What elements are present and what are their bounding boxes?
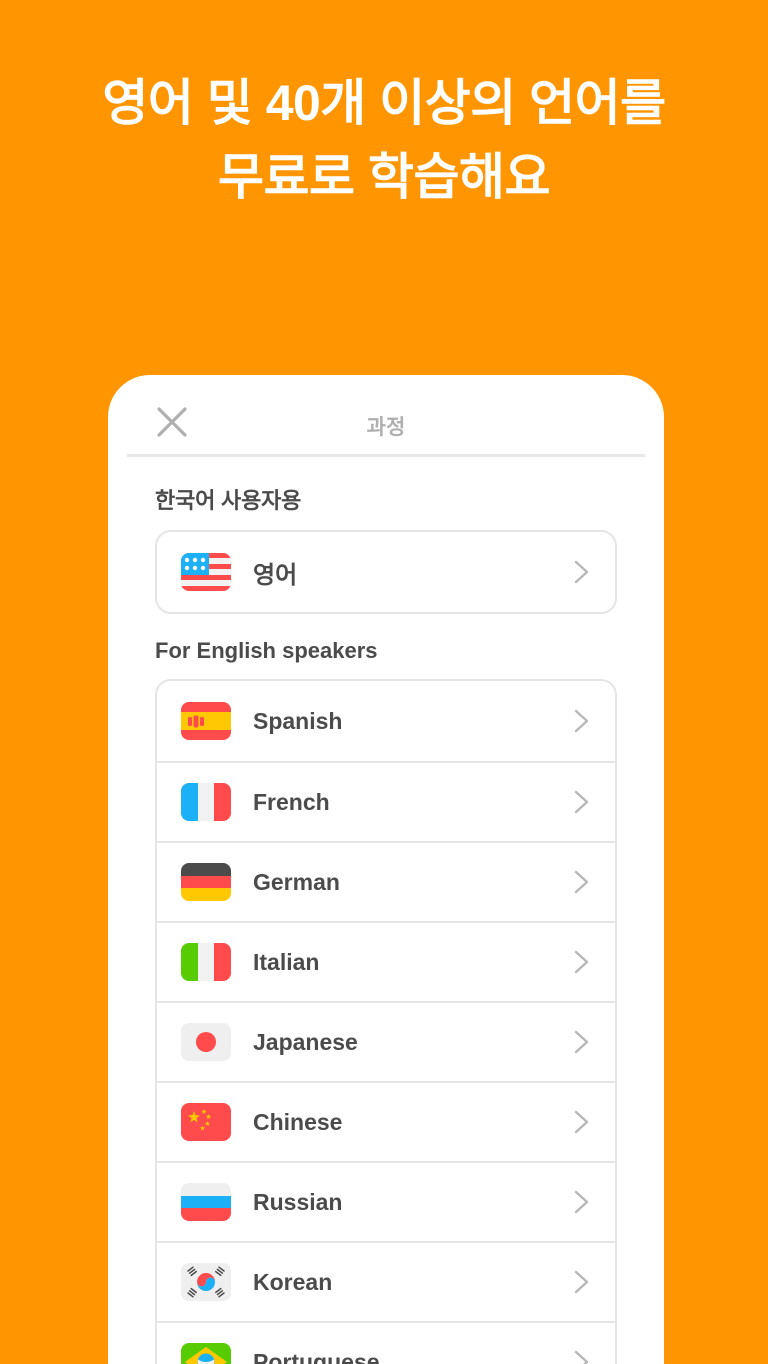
chevron-right-icon xyxy=(571,706,593,736)
list-item[interactable]: German xyxy=(157,841,615,921)
section-label-korean: 한국어 사용자용 xyxy=(155,488,302,513)
list-item[interactable]: Russian xyxy=(157,1161,615,1241)
flag-us-icon xyxy=(181,553,231,591)
headline-line-2: 무료로 학습해요 xyxy=(218,149,550,205)
flag-cn-icon xyxy=(181,1103,231,1141)
section-label-english: For English speakers xyxy=(155,638,378,663)
list-item[interactable]: Italian xyxy=(157,921,615,1001)
list-item-label: Italian xyxy=(253,948,320,975)
chevron-right-icon xyxy=(571,787,593,817)
flag-it-icon xyxy=(181,943,231,981)
chevron-right-icon xyxy=(571,1187,593,1217)
flag-br-icon xyxy=(181,1343,231,1364)
course-card-english-speakers: Spanish French German Italian Japanese C… xyxy=(155,679,617,1364)
list-item[interactable]: French xyxy=(157,761,615,841)
course-card-korean-speakers: 영어 xyxy=(155,530,617,614)
chevron-right-icon xyxy=(571,947,593,977)
chevron-right-icon xyxy=(571,1267,593,1297)
app-header: 과정 xyxy=(127,375,645,457)
phone-mockup: 과정 한국어 사용자용 영어 For English speakers Span… xyxy=(108,375,664,1364)
list-item-label: Korean xyxy=(253,1268,333,1295)
chevron-right-icon xyxy=(571,867,593,897)
chevron-right-icon xyxy=(571,1107,593,1137)
flag-jp-icon xyxy=(181,1023,231,1061)
list-item[interactable]: Japanese xyxy=(157,1001,615,1081)
page-title: 과정 xyxy=(366,416,406,439)
list-item[interactable]: Portuguese xyxy=(157,1321,615,1364)
list-item[interactable]: Spanish xyxy=(157,681,615,761)
list-item-label: Spanish xyxy=(253,707,343,734)
list-item-label: Japanese xyxy=(253,1028,358,1055)
list-item-label: Russian xyxy=(253,1188,343,1215)
list-item-label: Chinese xyxy=(253,1108,343,1135)
list-item-label: German xyxy=(253,868,340,895)
list-item[interactable]: Chinese xyxy=(157,1081,615,1161)
list-item-label: Portuguese xyxy=(253,1348,380,1364)
chevron-right-icon xyxy=(571,1347,593,1364)
flag-ru-icon xyxy=(181,1183,231,1221)
list-item-label: 영어 xyxy=(253,561,298,589)
flag-de-icon xyxy=(181,863,231,901)
list-item[interactable]: 영어 xyxy=(157,532,615,612)
flag-kr-icon xyxy=(181,1263,231,1301)
flag-fr-icon xyxy=(181,783,231,821)
page-headline: 영어 및 40개 이상의 언어를 무료로 학습해요 xyxy=(0,66,768,214)
list-item-label: French xyxy=(253,788,330,815)
flag-es-icon xyxy=(181,702,231,740)
headline-line-1: 영어 및 40개 이상의 언어를 xyxy=(102,75,666,131)
list-item[interactable]: Korean xyxy=(157,1241,615,1321)
chevron-right-icon xyxy=(571,557,593,587)
chevron-right-icon xyxy=(571,1027,593,1057)
